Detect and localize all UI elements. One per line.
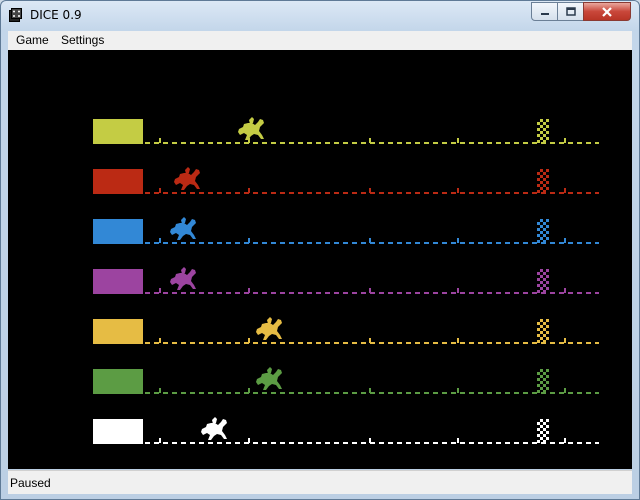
race-lane	[8, 267, 632, 303]
maximize-icon	[565, 7, 576, 16]
distance-marker	[369, 188, 371, 193]
distance-marker	[159, 338, 161, 343]
distance-marker	[369, 238, 371, 243]
distance-marker	[564, 438, 566, 443]
title-bar[interactable]: DICE 0.9	[1, 1, 639, 31]
horse-icon	[174, 167, 201, 190]
finish-flag	[537, 269, 549, 293]
race-lane	[8, 317, 632, 353]
distance-marker	[457, 338, 459, 343]
horse-icon	[169, 267, 196, 290]
distance-marker	[248, 288, 250, 293]
finish-flag	[537, 419, 549, 443]
distance-marker	[369, 388, 371, 393]
minimize-icon	[540, 12, 549, 15]
race-lane	[8, 167, 632, 203]
status-text: Paused	[10, 476, 51, 490]
horse-icon	[201, 417, 228, 440]
finish-flag	[537, 169, 549, 193]
distance-marker	[159, 438, 161, 443]
track-line	[145, 242, 599, 244]
lane-color-swatch[interactable]	[93, 119, 143, 144]
distance-marker	[369, 338, 371, 343]
distance-marker	[248, 338, 250, 343]
distance-marker	[564, 238, 566, 243]
distance-marker	[369, 438, 371, 443]
finish-flag	[537, 219, 549, 243]
distance-marker	[457, 138, 459, 143]
horse-icon	[255, 367, 282, 390]
distance-marker	[457, 288, 459, 293]
distance-marker	[564, 138, 566, 143]
status-bar: Paused	[8, 470, 632, 494]
lane-color-swatch[interactable]	[93, 419, 143, 444]
distance-marker	[457, 388, 459, 393]
distance-marker	[248, 238, 250, 243]
finish-flag	[537, 119, 549, 143]
menu-bar: Game Settings	[8, 31, 632, 50]
distance-marker	[159, 388, 161, 393]
race-lane	[8, 417, 632, 453]
horse-icon	[169, 217, 196, 240]
lane-color-swatch[interactable]	[93, 219, 143, 244]
distance-marker	[564, 188, 566, 193]
distance-marker	[457, 188, 459, 193]
track-line	[145, 292, 599, 294]
distance-marker	[159, 288, 161, 293]
distance-marker	[457, 438, 459, 443]
lane-color-swatch[interactable]	[93, 319, 143, 344]
distance-marker	[564, 338, 566, 343]
distance-marker	[248, 188, 250, 193]
app-window: DICE 0.9 Game Settings Paused	[0, 0, 640, 500]
horse-icon	[237, 117, 264, 140]
horse-icon	[255, 317, 282, 340]
finish-flag	[537, 319, 549, 343]
close-icon	[602, 6, 612, 17]
race-lane	[8, 217, 632, 253]
distance-marker	[159, 138, 161, 143]
close-button[interactable]	[583, 2, 631, 21]
distance-marker	[457, 238, 459, 243]
window-title: DICE 0.9	[30, 8, 82, 22]
lane-color-swatch[interactable]	[93, 269, 143, 294]
maximize-button[interactable]	[557, 2, 584, 21]
track-line	[145, 142, 599, 144]
dice-icon	[9, 8, 22, 22]
menu-game[interactable]: Game	[16, 33, 49, 47]
distance-marker	[159, 188, 161, 193]
lane-color-swatch[interactable]	[93, 369, 143, 394]
track-line	[145, 392, 599, 394]
race-lane	[8, 367, 632, 403]
race-lane	[8, 117, 632, 153]
finish-flag	[537, 369, 549, 393]
track-line	[145, 342, 599, 344]
distance-marker	[248, 438, 250, 443]
distance-marker	[369, 138, 371, 143]
track-line	[145, 192, 599, 194]
race-track-area	[8, 50, 632, 469]
lane-color-swatch[interactable]	[93, 169, 143, 194]
distance-marker	[369, 288, 371, 293]
distance-marker	[248, 388, 250, 393]
menu-settings[interactable]: Settings	[61, 33, 104, 47]
minimize-button[interactable]	[531, 2, 558, 21]
distance-marker	[564, 388, 566, 393]
distance-marker	[564, 288, 566, 293]
distance-marker	[159, 238, 161, 243]
